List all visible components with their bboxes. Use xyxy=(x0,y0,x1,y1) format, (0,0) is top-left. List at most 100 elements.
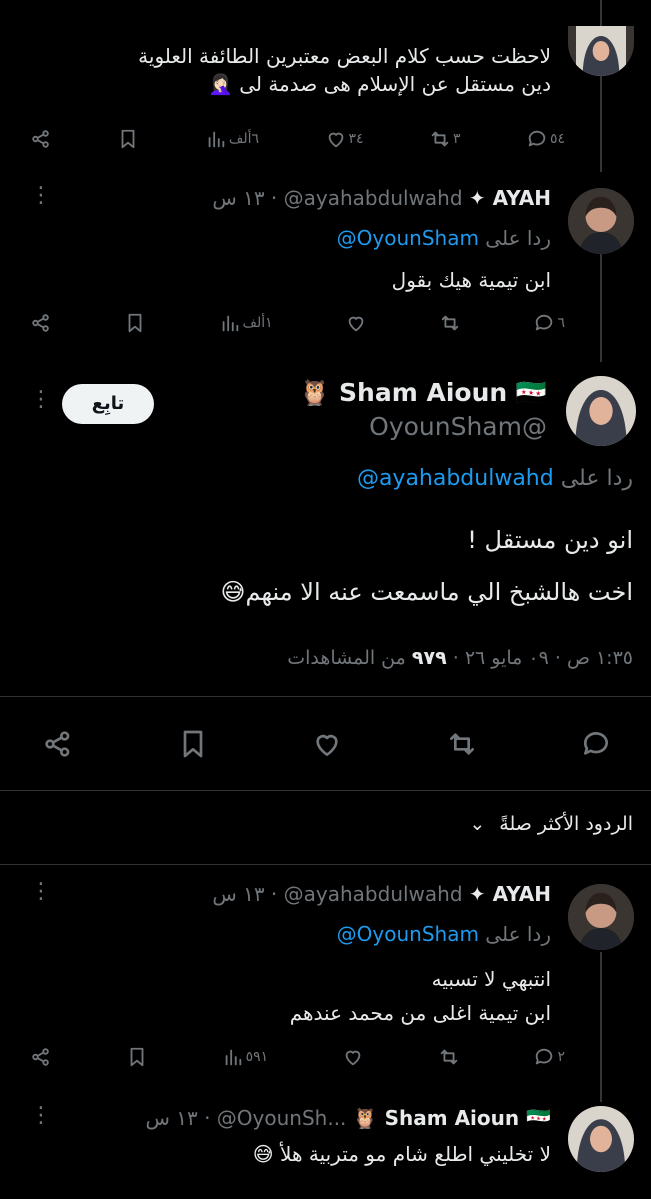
reply-icon xyxy=(533,312,555,334)
tweet-text: ابن تيمية هيك بقول xyxy=(391,268,551,292)
reply-prefix: ردا على xyxy=(560,466,633,491)
display-name[interactable]: Sham Aioun 🇸🇾 🦉 xyxy=(247,376,547,410)
views-count: ١ألف xyxy=(242,315,273,331)
tweet-line: انتبهي لا تسبيه xyxy=(431,967,551,991)
like-button[interactable] xyxy=(342,1046,364,1068)
more-options-icon[interactable]: ⋮ xyxy=(30,881,52,903)
thread-line xyxy=(600,252,602,362)
timestamp[interactable]: ١٣ س xyxy=(212,882,264,906)
reply-prefix: ردا على xyxy=(485,922,551,946)
reply-icon xyxy=(526,128,548,150)
reply-to-link[interactable]: @OyounSham xyxy=(337,922,479,946)
sort-label: الردود الأكثر صلةً xyxy=(499,813,633,835)
avatar[interactable] xyxy=(566,376,636,446)
repost-button[interactable] xyxy=(439,312,461,334)
divider xyxy=(0,864,651,865)
display-name[interactable]: Sham Aioun 🇸🇾 🦉 xyxy=(353,1106,551,1130)
divider xyxy=(0,790,651,791)
share-icon[interactable] xyxy=(42,728,74,760)
reply-context: ردا على @ayahabdulwahd xyxy=(33,464,633,494)
sort-replies-button[interactable]: الردود الأكثر صلةً ⌄ xyxy=(233,810,633,838)
tweet-text: انتبهي لا تسبيه ابن تيمية اغلى من محمد ع… xyxy=(31,962,551,1030)
reply-count: ٢ xyxy=(557,1049,565,1065)
handle[interactable]: @ayahabdulwahd xyxy=(284,186,463,210)
tweet-line: لاحظت حسب كلام البعض معتبرين الطائفة الع… xyxy=(138,44,551,68)
avatar[interactable] xyxy=(568,188,634,254)
like-icon xyxy=(325,128,347,150)
share-icon xyxy=(30,1046,52,1068)
reply-button[interactable]: ٦ xyxy=(533,312,565,334)
tweet-line: انو دين مستقل ! xyxy=(467,526,633,554)
tweet-actions: ٥٩١ ٢ xyxy=(30,1042,565,1072)
bookmark-button[interactable] xyxy=(126,1046,148,1068)
views-button[interactable]: ٥٩١ xyxy=(222,1046,269,1068)
share-button[interactable] xyxy=(30,312,52,334)
reply-to-link[interactable]: @OyounSham xyxy=(337,226,479,250)
reply-button[interactable]: ٥٤ xyxy=(526,128,565,150)
repost-icon xyxy=(439,312,461,334)
views-button[interactable]: ٦ألف xyxy=(205,128,259,150)
tweet-date[interactable]: ٠٩ مايو ٢٦ xyxy=(465,647,549,669)
handle[interactable]: @OyounSh... xyxy=(217,1106,347,1130)
views-label: من المشاهدات xyxy=(287,647,406,669)
share-button[interactable] xyxy=(30,1046,52,1068)
share-icon xyxy=(30,128,52,150)
like-count: ٣٤ xyxy=(348,131,364,147)
bookmark-button[interactable] xyxy=(117,128,139,150)
repost-icon xyxy=(438,1046,460,1068)
handle[interactable]: @OyounSham xyxy=(247,410,547,444)
more-options-icon[interactable]: ⋮ xyxy=(30,389,52,411)
share-button[interactable] xyxy=(30,128,52,150)
thread-line xyxy=(600,952,602,1102)
avatar[interactable] xyxy=(568,884,634,950)
tweet-meta: ١:٣٥ ص · ٠٩ مايو ٢٦ · ٩٧٩ من المشاهدات xyxy=(287,647,633,669)
follow-button[interactable]: تابِع xyxy=(62,384,154,424)
avatar[interactable] xyxy=(568,1106,634,1172)
tweet-text: لاحظت حسب كلام البعض معتبرين الطائفة الع… xyxy=(11,42,551,98)
tweet-header: AYAH ✦ @ayahabdulwahd · ١٣ س xyxy=(212,186,551,210)
reply-count: ٦ xyxy=(557,315,565,331)
divider xyxy=(0,696,651,697)
repost-count: ٣ xyxy=(452,131,461,147)
tweet-line: ابن تيمية اغلى من محمد عندهم xyxy=(289,1001,551,1025)
tweet-line: اخت هالشبخ الي ماسمعت عنه الا منهم😅 xyxy=(220,578,634,606)
views-button[interactable]: ١ألف xyxy=(219,312,273,334)
bookmark-icon xyxy=(124,312,146,334)
avatar[interactable] xyxy=(568,26,634,76)
repost-icon[interactable] xyxy=(446,728,478,760)
repost-icon xyxy=(429,128,451,150)
display-name[interactable]: AYAH ✦ xyxy=(469,882,551,906)
more-options-icon[interactable]: ⋮ xyxy=(30,1105,52,1127)
tweet-actions: ١ألف ٦ xyxy=(30,308,565,338)
views-icon xyxy=(222,1046,244,1068)
like-button[interactable] xyxy=(345,312,367,334)
tweet-text: انو دين مستقل ! اخت هالشبخ الي ماسمعت عن… xyxy=(33,514,634,618)
like-button[interactable]: ٣٤ xyxy=(325,128,364,150)
share-icon xyxy=(30,312,52,334)
timestamp[interactable]: ١٣ س xyxy=(212,186,264,210)
tweet-text: لا تخليني اطلع شام مو متربية هلأ 😅 xyxy=(252,1142,551,1166)
repost-button[interactable]: ٣ xyxy=(429,128,461,150)
views-count: ٥٩١ xyxy=(245,1049,269,1065)
reply-context: ردا على @OyounSham xyxy=(31,920,551,948)
chevron-down-icon: ⌄ xyxy=(469,813,486,835)
reply-icon[interactable] xyxy=(580,728,612,760)
reply-button[interactable]: ٢ xyxy=(533,1046,565,1068)
timestamp[interactable]: ١٣ س xyxy=(145,1106,197,1130)
like-icon[interactable] xyxy=(311,728,343,760)
more-options-icon[interactable]: ⋮ xyxy=(30,185,52,207)
views-count: ٦ألف xyxy=(228,131,260,147)
display-name[interactable]: AYAH ✦ xyxy=(469,186,551,210)
like-icon xyxy=(345,312,367,334)
reply-prefix: ردا على xyxy=(485,226,551,250)
bookmark-icon[interactable] xyxy=(177,728,209,760)
bookmark-button[interactable] xyxy=(124,312,146,334)
like-icon xyxy=(342,1046,364,1068)
repost-button[interactable] xyxy=(438,1046,460,1068)
views-icon xyxy=(219,312,241,334)
reply-to-link[interactable]: @ayahabdulwahd xyxy=(357,466,554,491)
tweet-time[interactable]: ١:٣٥ ص xyxy=(567,647,633,669)
handle[interactable]: @ayahabdulwahd xyxy=(284,882,463,906)
views-count: ٩٧٩ xyxy=(411,647,447,669)
reply-icon xyxy=(533,1046,555,1068)
